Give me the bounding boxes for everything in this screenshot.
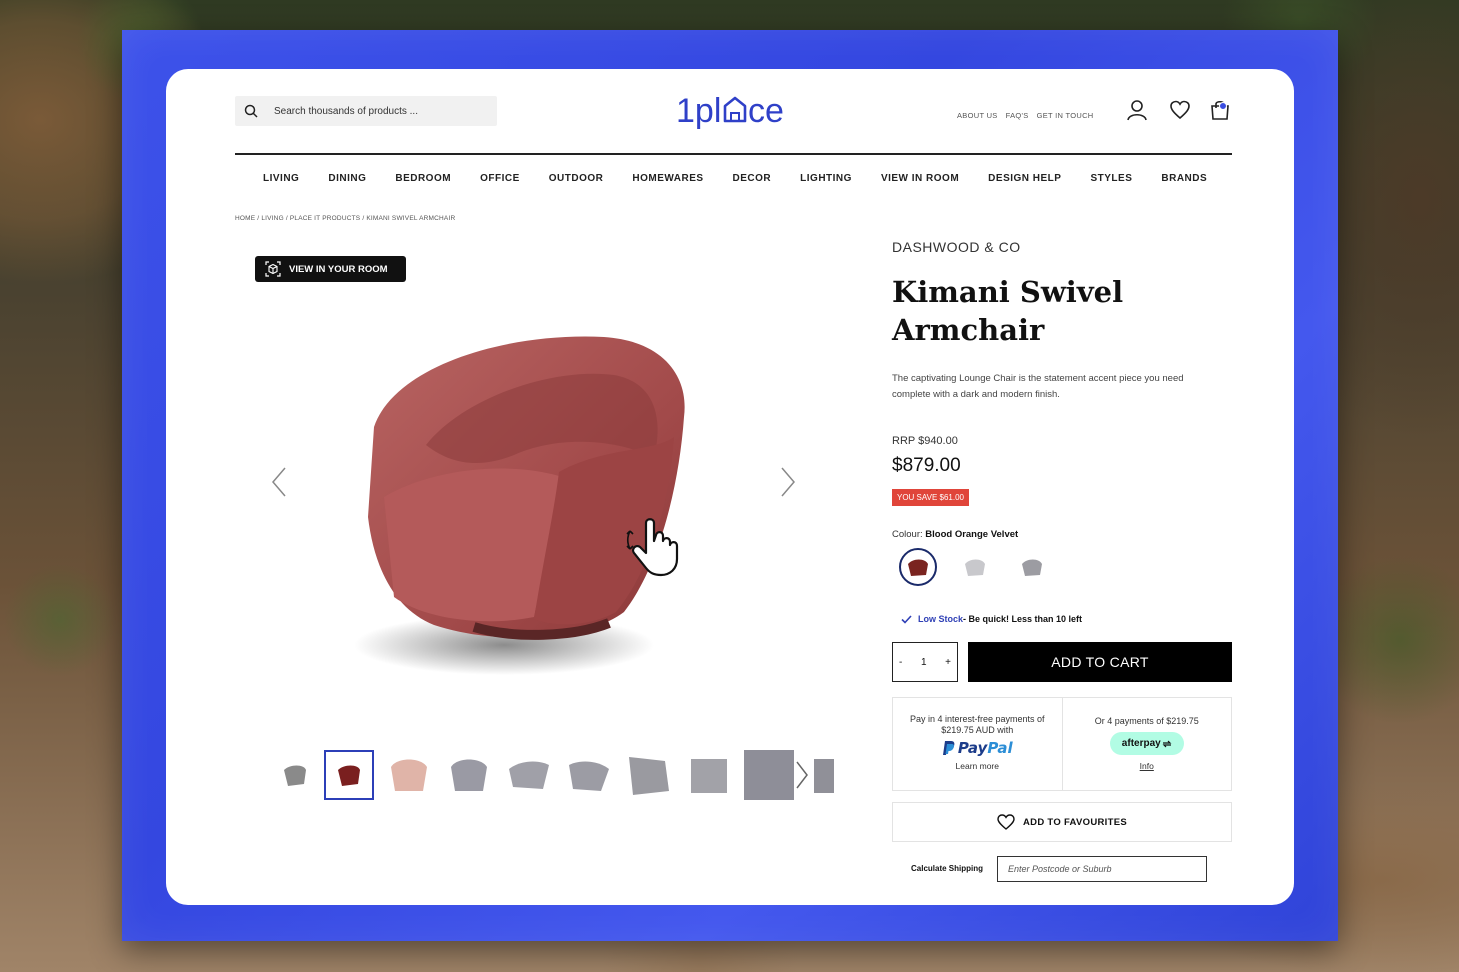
afterpay-info-link[interactable]: Info [1140, 761, 1154, 771]
calculate-shipping-label: Calculate Shipping [911, 864, 984, 873]
heart-icon[interactable] [1169, 99, 1191, 121]
thumbnail-strip [270, 748, 834, 802]
cart-count-badge [1219, 102, 1227, 110]
colour-selection-label: Colour: Blood Orange Velvet [892, 529, 1018, 540]
gallery-next-arrow-icon[interactable] [780, 467, 796, 497]
product-page-card: 1pl ce ABOUT US FAQ'S GET IN TOUCH LIVIN… [166, 69, 1294, 905]
add-to-cart-button[interactable]: ADD TO CART [968, 642, 1232, 682]
afterpay-logo: afterpay [1109, 732, 1184, 755]
about-us-link[interactable]: ABOUT US [957, 111, 998, 120]
thumbnail[interactable] [684, 750, 734, 800]
nav-item-dining[interactable]: DINING [328, 173, 366, 184]
qty-value[interactable]: 1 [921, 657, 927, 668]
top-links: ABOUT US FAQ'S GET IN TOUCH [957, 111, 1094, 120]
afterpay-text: Or 4 payments of $219.75 [1094, 716, 1199, 726]
product-title: Kimani Swivel Armchair [892, 275, 1124, 347]
nav-item-styles[interactable]: STYLES [1090, 173, 1132, 184]
nav-item-decor[interactable]: DECOR [733, 173, 772, 184]
thumbnail[interactable] [384, 750, 434, 800]
qty-decrease-button[interactable]: - [899, 657, 902, 668]
paypal-logo: PayPal [942, 739, 1013, 757]
paypal-icon [942, 741, 955, 755]
nav-item-brands[interactable]: BRANDS [1161, 173, 1207, 184]
breadcrumb[interactable]: HOME / LIVING / PLACE IT PRODUCTS / KIMA… [235, 215, 455, 222]
swatch-light-grey[interactable] [956, 548, 994, 586]
thumbnail[interactable] [624, 750, 674, 800]
paypal-learn-more-link[interactable]: Learn more [956, 761, 999, 771]
rotate-hand-icon [626, 518, 679, 577]
paypal-option: Pay in 4 interest-free payments of $219.… [893, 698, 1062, 790]
faqs-link[interactable]: FAQ'S [1006, 111, 1029, 120]
view-in-room-button[interactable]: VIEW IN YOUR ROOM [255, 256, 406, 282]
search-icon [244, 104, 258, 118]
swatch-dark-grey[interactable] [1013, 548, 1051, 586]
add-to-favourites-button[interactable]: ADD TO FAVOURITES [892, 802, 1232, 842]
search-input[interactable] [274, 105, 474, 117]
heart-outline-icon [997, 814, 1015, 830]
thumbnail[interactable] [270, 750, 320, 800]
swatch-blood-orange[interactable] [899, 548, 937, 586]
nav-item-view-in-room[interactable]: VIEW IN ROOM [881, 173, 959, 184]
stock-status: Low Stock - Be quick! Less than 10 left [901, 614, 1082, 624]
nav-item-design-help[interactable]: DESIGN HELP [988, 173, 1061, 184]
thumbnail[interactable] [564, 750, 614, 800]
nav-item-bedroom[interactable]: BEDROOM [395, 173, 451, 184]
savings-badge: YOU SAVE $61.00 [892, 489, 969, 506]
add-to-favourites-label: ADD TO FAVOURITES [1023, 816, 1127, 828]
stock-message: - Be quick! Less than 10 left [963, 614, 1083, 624]
thumbnail[interactable] [744, 750, 794, 800]
paypal-brand-pal: Pal [987, 739, 1013, 757]
payment-options: Pay in 4 interest-free payments of $219.… [892, 697, 1232, 791]
afterpay-brand: afterpay [1121, 738, 1161, 749]
search-bar[interactable] [235, 96, 497, 126]
ar-cube-icon [265, 261, 281, 277]
colour-value: Blood Orange Velvet [925, 529, 1019, 540]
get-in-touch-link[interactable]: GET IN TOUCH [1037, 111, 1094, 120]
afterpay-option: Or 4 payments of $219.75 afterpay Info [1061, 698, 1232, 790]
svg-text:ce: ce [748, 92, 784, 130]
qty-increase-button[interactable]: + [945, 657, 951, 668]
thumbnail[interactable] [504, 750, 554, 800]
nav-item-homewares[interactable]: HOMEWARES [632, 173, 703, 184]
check-icon [901, 614, 912, 624]
main-nav: LIVING DINING BEDROOM OFFICE OUTDOOR HOM… [235, 170, 1235, 186]
colour-label: Colour: [892, 529, 923, 540]
thumbnail-next-arrow-icon[interactable] [794, 760, 810, 790]
thumbnail[interactable] [810, 750, 834, 800]
rrp-price: RRP $940.00 [892, 435, 958, 447]
nav-item-office[interactable]: OFFICE [480, 173, 520, 184]
gallery-prev-arrow-icon[interactable] [271, 467, 287, 497]
thumbnail-selected[interactable] [324, 750, 374, 800]
nav-item-living[interactable]: LIVING [263, 173, 299, 184]
product-brand[interactable]: DASHWOOD & CO [892, 239, 1021, 255]
product-description: The captivating Lounge Chair is the stat… [892, 373, 1184, 400]
site-logo[interactable]: 1pl ce [676, 91, 794, 133]
afterpay-arrows-icon [1162, 740, 1172, 747]
paypal-brand-pay: Pay [957, 739, 988, 757]
view-in-room-label: VIEW IN YOUR ROOM [289, 263, 388, 275]
paypal-text: Pay in 4 interest-free payments of $219.… [909, 714, 1045, 735]
nav-item-outdoor[interactable]: OUTDOOR [549, 173, 604, 184]
quantity-stepper: - 1 + [892, 642, 958, 682]
account-icon[interactable] [1126, 99, 1148, 121]
svg-text:1pl: 1pl [676, 92, 721, 130]
postcode-input[interactable] [997, 856, 1207, 882]
low-stock-label: Low Stock [918, 614, 964, 624]
nav-item-lighting[interactable]: LIGHTING [800, 173, 852, 184]
sale-price: $879.00 [892, 455, 961, 476]
thumbnail[interactable] [444, 750, 494, 800]
product-image[interactable] [354, 327, 694, 687]
header-divider [235, 153, 1232, 155]
